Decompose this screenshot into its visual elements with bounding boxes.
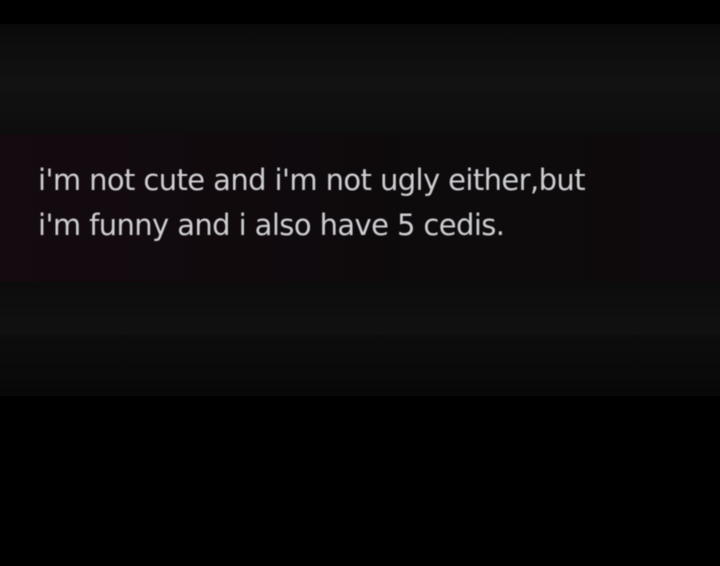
bottom-band <box>0 334 720 396</box>
screenshot-canvas: i'm not cute and i'm not ugly either,but… <box>0 0 720 566</box>
post-text: i'm not cute and i'm not ugly either,but… <box>38 158 708 248</box>
top-header-band <box>0 24 720 134</box>
lower-band <box>0 282 720 334</box>
post-text-line-1: i'm not cute and i'm not ugly either,but <box>38 163 586 197</box>
post-text-line-2: i'm funny and i also have 5 cedis. <box>38 208 505 242</box>
